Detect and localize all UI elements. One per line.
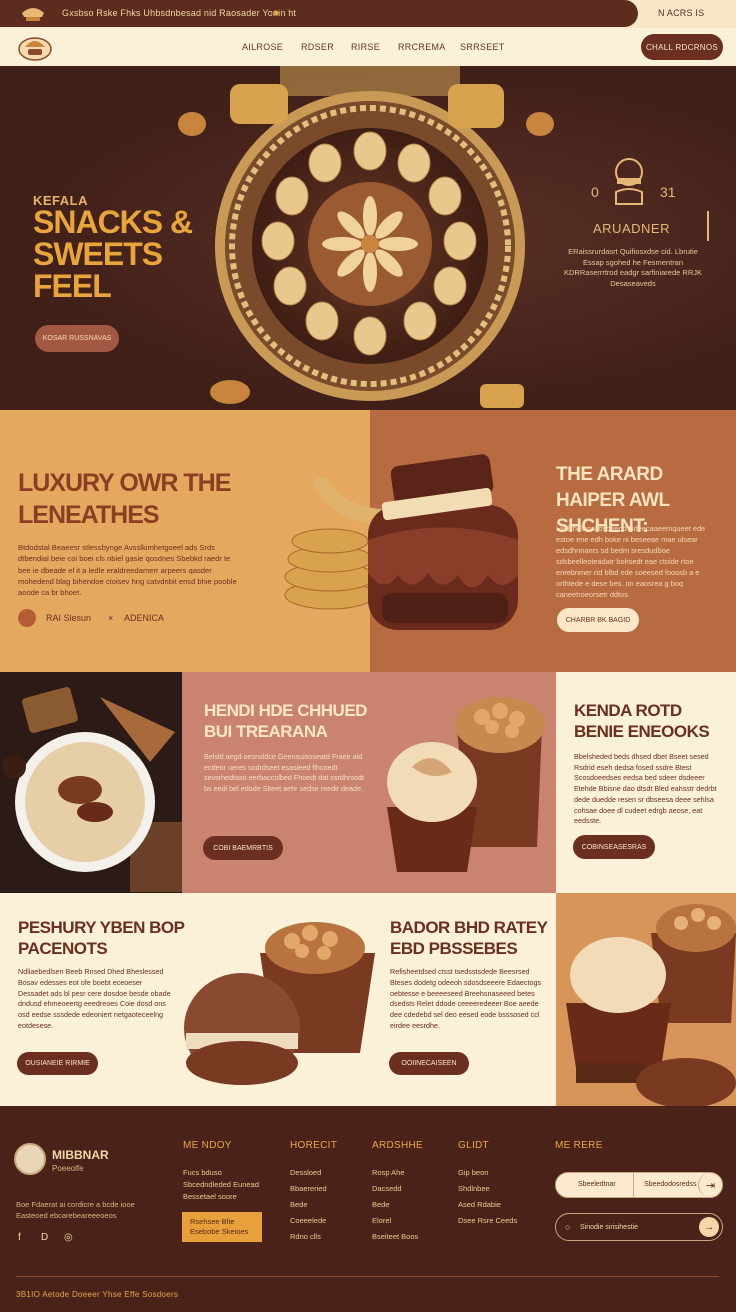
footer-link[interactable]: Ased Rdabie xyxy=(458,1200,501,1209)
dessert-row-section: HENDI HDE CHHUED BUI TREARANA Belsld aeg… xyxy=(0,672,736,893)
author-secondary[interactable]: ADENICA xyxy=(124,613,164,623)
bador-button[interactable]: OOIINECAISEEN xyxy=(389,1052,469,1075)
peshury-title: PESHURY YBEN BOP PACENOTS xyxy=(18,918,185,958)
footer-link[interactable]: Shdlnbee xyxy=(458,1184,490,1193)
bador-title: BADOR BHD RATEY EBD PBSSEBES xyxy=(390,918,548,958)
hero-title: SNACKS & SWEETS FEEL xyxy=(33,204,193,304)
footer: MIBBNAR Poeeolfe Boe Fdaerat ai cordicre… xyxy=(0,1106,736,1312)
footer-about: Boe Fdaerat ai cordicre a bcde iooe East… xyxy=(16,1200,135,1220)
footer-link[interactable]: Dessloed xyxy=(290,1168,321,1177)
copyright-text: 3B1IO Aetode Doeeer Yhse Effe Sosdoers xyxy=(16,1290,179,1299)
harper-body: Lliidsholnnaiiosbeeod Bdeecaaeemqueet ed… xyxy=(556,524,706,599)
footer-col-4-heading: GLIDT xyxy=(458,1140,489,1151)
hero-right-number-left: 0 xyxy=(591,184,599,200)
nav-item-3[interactable]: RIRSE xyxy=(351,42,380,52)
hendi-body: Belsld aegd oesnsldce Geensuisoseatd Fra… xyxy=(204,752,364,794)
search-icon: ○ xyxy=(565,1222,571,1232)
footer-link[interactable]: Rosp Ahe xyxy=(372,1168,405,1177)
chef-icon xyxy=(615,158,643,205)
sparkle-icon xyxy=(273,10,279,16)
peshury-button[interactable]: OUSIANEIE RIRMIE xyxy=(17,1052,98,1075)
hendi-button[interactable]: COBI BAEMRBTIS xyxy=(203,836,283,860)
brand-logo-icon[interactable] xyxy=(16,31,54,63)
hero-right-body: ERaissrurdasrt Quifiosxdse cid. Lbrutie … xyxy=(564,247,702,288)
nav-item-4[interactable]: RRCREMA xyxy=(398,42,446,52)
search-option-a[interactable]: Sbeeledtnar xyxy=(578,1181,616,1188)
top-bar: Gxsbso Rske Fhks Uhbsdnbesad nid Raosade… xyxy=(0,0,736,28)
footer-link[interactable]: Bessetael soore xyxy=(183,1192,237,1201)
cupcake-image xyxy=(387,697,545,872)
footer-link[interactable]: Rdno clls xyxy=(290,1232,321,1241)
footer-divider xyxy=(16,1276,719,1277)
kenda-button[interactable]: COBINSEASESRAS xyxy=(573,835,655,859)
cookie-cup-image xyxy=(184,922,375,1085)
main-nav: AILROSE RDSER RIRSE RRCREMA SRRSEET CHAL… xyxy=(0,28,736,66)
hendi-title: HENDI HDE CHHUED BUI TREARANA xyxy=(204,701,367,741)
nav-cta-button[interactable]: CHALL RDCRNOS xyxy=(641,34,723,60)
page: Gxsbso Rske Fhks Uhbsdnbesad nid Raosade… xyxy=(0,0,736,1312)
footer-col-3-heading: ARDSHHE xyxy=(372,1140,423,1151)
bador-body: Refisheetdsed ctsst tsedsstsdede Beesrse… xyxy=(390,967,542,1030)
email-placeholder[interactable]: Sinodie sirisihestie xyxy=(580,1224,638,1231)
footer-link[interactable]: Bede xyxy=(372,1200,390,1209)
footer-link[interactable]: Dacsedd xyxy=(372,1184,402,1193)
author-avatar-icon xyxy=(18,609,36,627)
footer-brand: MIBBNAR xyxy=(52,1148,109,1162)
pastry-section: PESHURY YBEN BOP PACENOTS Ndliaebedlsen … xyxy=(0,893,736,1106)
author-separator: × xyxy=(108,613,114,623)
luxury-body: Btdodstal Beaeesr stlessbynge Avsslkimhe… xyxy=(18,543,237,598)
footer-col-1-heading: ME NDOY xyxy=(183,1140,232,1151)
footer-link[interactable]: Fucs bduso xyxy=(183,1168,222,1177)
kenda-body: Bbelsheded beds dhsed dbet Bseet sesed R… xyxy=(574,752,717,826)
cupcakes-photo-image xyxy=(556,893,736,1106)
chocolate-cake-image xyxy=(284,454,518,630)
footer-link[interactable]: Sbcedndleded Eunead xyxy=(183,1180,259,1189)
announcement-text: Gxsbso Rske Fhks Uhbsdnbesad nid Raosade… xyxy=(62,8,297,18)
pudding-bowl-image xyxy=(0,672,182,893)
facebook-icon[interactable]: f xyxy=(18,1232,21,1243)
hero-right-title: ARUADNER xyxy=(593,221,670,236)
footer-col-2-heading: HORECIT xyxy=(290,1140,338,1151)
instagram-icon[interactable]: ◎ xyxy=(64,1232,73,1243)
topbar-right-text[interactable]: N ACRS IS xyxy=(658,8,704,18)
divider xyxy=(707,211,709,241)
social-d-icon[interactable]: D xyxy=(41,1232,48,1243)
hero-button[interactable]: KOSAR RUSSNAVAS xyxy=(35,325,119,352)
kenda-title: KENDA ROTD BENIE ENEOOKS xyxy=(574,701,710,741)
footer-link[interactable]: Dsee Rsre Ceeds xyxy=(458,1216,517,1225)
luxury-section: LUXURY OWR THE LENEATHES Btdodstal Beaee… xyxy=(0,410,736,672)
email-field[interactable]: ○ Sinodie sirisihestie → xyxy=(555,1213,723,1241)
hero-section: KEFALA SNACKS & SWEETS FEEL KOSAR RUSSNA… xyxy=(0,66,736,410)
hero-right-number-right: 31 xyxy=(660,184,676,200)
logo-icon xyxy=(22,8,44,21)
nav-item-1[interactable]: AILROSE xyxy=(242,42,283,52)
nav-item-5[interactable]: SRRSEET xyxy=(460,42,505,52)
footer-avatar xyxy=(14,1143,46,1175)
footer-brand-sub: Poeeolfe xyxy=(52,1164,84,1173)
submit-arrow-icon[interactable]: → xyxy=(699,1217,719,1237)
footer-link[interactable]: Bbaereried xyxy=(290,1184,327,1193)
footer-link[interactable]: Coeeelede xyxy=(290,1216,326,1225)
footer-link[interactable]: Elorel xyxy=(372,1216,391,1225)
footer-promo-box[interactable]: Rsehsee Blte Esebobe Skeioes xyxy=(182,1212,262,1242)
footer-link[interactable]: Gip beon xyxy=(458,1168,488,1177)
harper-button[interactable]: CHARBR BK BAGID xyxy=(557,608,639,632)
author-name[interactable]: RAI Slesun xyxy=(46,613,91,623)
hero-plate-image xyxy=(178,66,554,408)
footer-link[interactable]: Bseiteet Boos xyxy=(372,1232,418,1241)
footer-link[interactable]: Bede xyxy=(290,1200,308,1209)
search-go-icon[interactable]: ⇥ xyxy=(698,1173,722,1197)
divider xyxy=(633,1173,634,1197)
footer-search-bar: Sbeeledtnar Sbeedodosredss ⇥ xyxy=(555,1172,723,1198)
nav-item-2[interactable]: RDSER xyxy=(301,42,334,52)
luxury-title: LUXURY OWR THE LENEATHES xyxy=(18,469,231,529)
peshury-body: Ndliaebedlsen Beeb Rnsed Dhed Bheslessed… xyxy=(18,967,171,1030)
newsletter-heading: ME RERE xyxy=(555,1140,603,1151)
search-option-b[interactable]: Sbeedodosredss xyxy=(644,1181,697,1188)
